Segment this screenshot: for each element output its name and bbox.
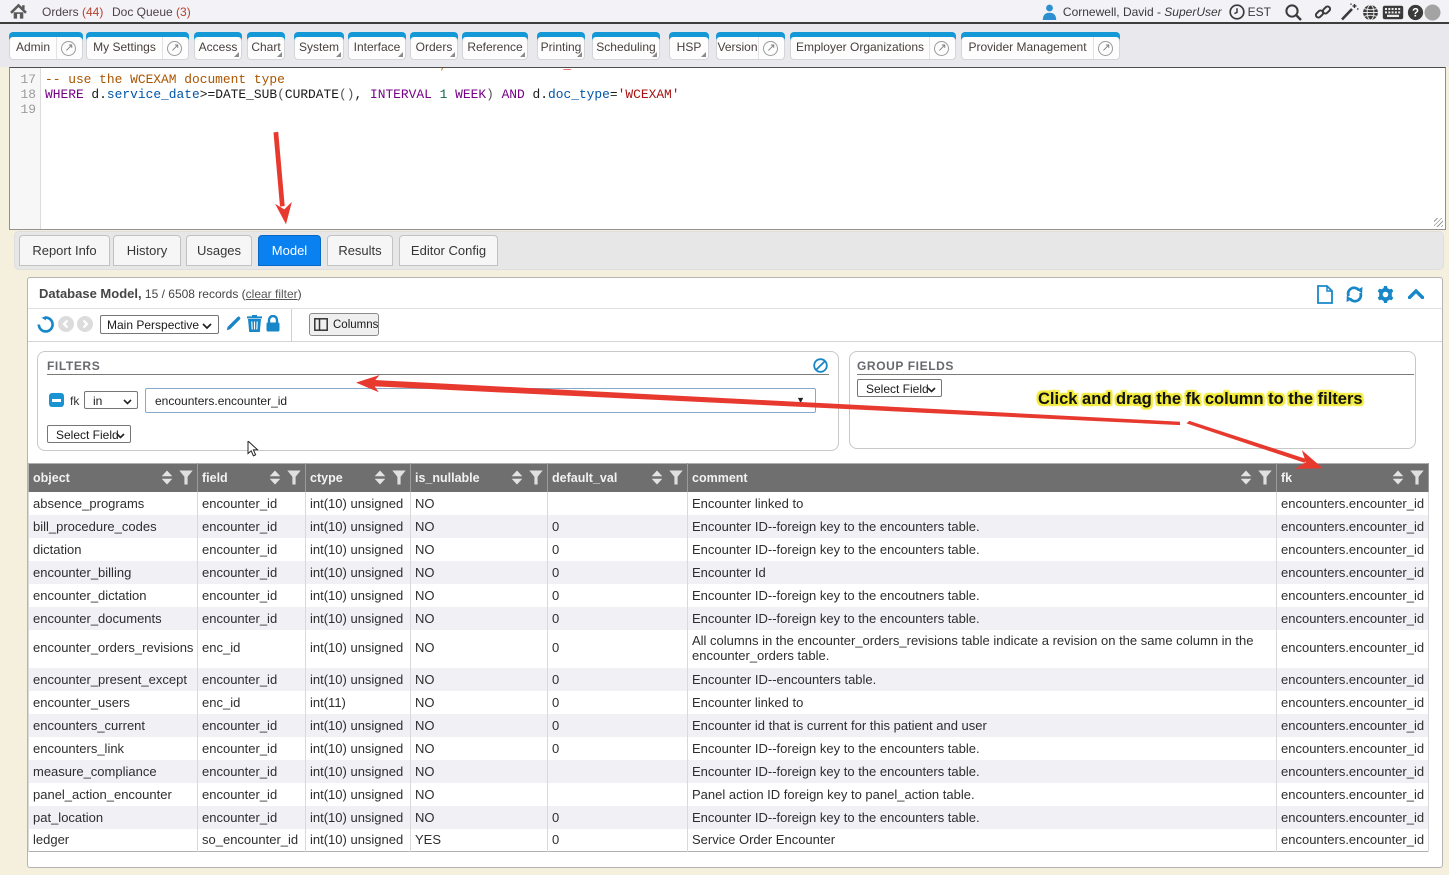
svg-text:?: ?: [1412, 7, 1419, 19]
